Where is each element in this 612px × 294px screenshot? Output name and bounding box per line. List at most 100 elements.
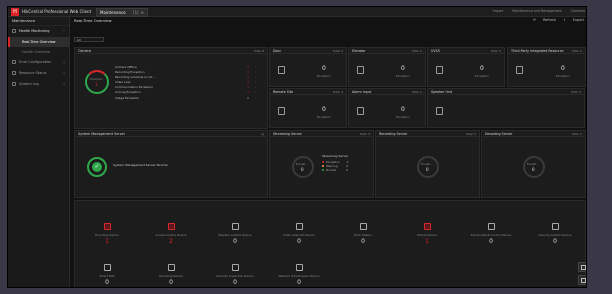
tab-count: (1)	[133, 10, 139, 15]
sidebar-item-label: Error Configuration	[19, 60, 52, 64]
export-button[interactable]: ⇪ Export	[563, 18, 584, 22]
sidebar-item-health-monitoring[interactable]: Health Monitoring ^	[8, 26, 69, 37]
sidebar-item-health-overview[interactable]: Health Overview	[8, 47, 69, 57]
chevron-down-icon: v	[63, 60, 65, 64]
decoding-server-title: Decoding Server	[485, 132, 513, 136]
config-float-button[interactable]	[578, 262, 586, 272]
top-links: Import Maintenance and Management Camera…	[485, 9, 585, 13]
sidebar-item-error-configuration[interactable]: Error Configuration v	[8, 57, 69, 68]
device-tile[interactable]: Video Intercom Device 0	[267, 223, 331, 245]
resource-card-header: Remote Site Total: 0	[270, 89, 346, 95]
device-tile[interactable]: Access Control Device 2	[139, 223, 203, 245]
resource-card-value: 0	[401, 65, 405, 72]
dock-station-icon	[359, 223, 367, 230]
alarm-input-icon	[357, 107, 364, 115]
device-tile[interactable]: Security Control Device 0	[523, 223, 586, 245]
camera-exception-row[interactable]: Image Exception 0 ›	[115, 96, 257, 101]
device-tile[interactable]: Smart Wall 0	[75, 264, 139, 286]
row-label: Recording schedule is not ...	[115, 75, 156, 80]
refresh-button[interactable]: ⟳ Refresh	[533, 18, 556, 22]
top-link-maintenance[interactable]: Maintenance and Management	[512, 9, 562, 13]
device-count: 0	[361, 238, 365, 245]
resource-card-header: Elevator Total: 0	[349, 48, 425, 54]
resource-card-value: 0	[322, 106, 326, 113]
resource-card-sublabel: Exception	[556, 74, 570, 78]
device-tile[interactable]: Network Transmission Device 0	[267, 264, 331, 286]
camera-card: Camera Total: 8 Exception 1 Camera Offli…	[74, 47, 268, 129]
close-tab-icon[interactable]: ×	[141, 9, 144, 17]
row-value: 1	[247, 75, 249, 80]
resource-card-uvss[interactable]: UVSS Total: 0 0 Exception	[427, 47, 505, 87]
device-count: 0	[105, 279, 109, 286]
remote-site-icon	[278, 107, 285, 115]
elevator-control-icon	[231, 223, 239, 230]
resource-card-title: Remote Site	[273, 90, 294, 94]
resource-card-remote-site[interactable]: Remote Site Total: 0 0 Exception	[269, 88, 347, 128]
sidebar-item-system-log[interactable]: System Log v	[8, 79, 69, 90]
resource-card-door[interactable]: Door Total: 0 0 Exception	[269, 47, 347, 87]
chevron-down-icon: v	[63, 71, 65, 75]
decoding-device-icon	[167, 264, 175, 271]
device-count: 0	[169, 279, 173, 286]
streaming-legend-title: Streaming Server	[322, 154, 349, 158]
resource-card-total: Total: 0	[490, 49, 501, 53]
resource-card-header: Door Total: 0	[270, 48, 346, 54]
resource-card-alarm-input[interactable]: Alarm Input Total: 0 0 Exception	[348, 88, 426, 128]
device-count: 0	[297, 238, 301, 245]
resource-card-sublabel: Exception	[317, 74, 331, 78]
device-tile[interactable]: Encoding Device 1	[75, 223, 139, 245]
export-float-button[interactable]	[578, 275, 586, 285]
resource-card-speaker[interactable]: Speaker Unit Total: 0	[427, 88, 585, 128]
decoding-server-header: Decoding Server Total: 0	[482, 131, 585, 137]
row-value: 1	[247, 80, 249, 85]
resource-card-sublabel: Exception	[396, 115, 410, 119]
device-name: Elevator Control Device	[218, 233, 252, 237]
system-management-menu-icon[interactable]: ▤	[261, 132, 264, 136]
camera-card-title: Camera	[78, 49, 91, 53]
top-link-import[interactable]: Import	[493, 9, 504, 13]
resource-card-total: Total: 0	[411, 90, 422, 94]
resource-card-integrated-resource[interactable]: Third-Party Integrated Resource Total: 0 0…	[507, 47, 586, 87]
device-tile[interactable]: Entrance/Exit Control Device 0	[459, 223, 523, 245]
decoding-donut-value: 0	[532, 167, 535, 172]
export-label: Export	[572, 18, 584, 22]
device-name: Smart Wall	[99, 274, 115, 278]
resource-card-title: Door	[273, 49, 281, 53]
recording-server-card: Recording Server Total: 0 Excepti... 0	[375, 130, 480, 198]
sidebar: Maintenance Health Monitoring ^ Real-Time…	[8, 17, 70, 287]
streaming-server-header: Streaming Server Total: 0	[270, 131, 373, 137]
device-name: Encoding Device	[95, 233, 119, 237]
device-tile[interactable]: Security Inspection Device 0	[203, 264, 267, 286]
row-label: Image Exception	[115, 95, 140, 100]
resource-card-sublabel: Exception	[396, 74, 410, 78]
page-actions: ⟳ Refresh ⇪ Export	[527, 18, 584, 22]
row-label: Arming Exception	[115, 90, 141, 95]
device-name: Entrance/Exit Control Device	[470, 233, 512, 237]
camera-exception-list: Camera Offline 1 › Recording Exception 1 › Rec…	[115, 65, 257, 101]
resource-card-elevator[interactable]: Elevator Total: 0 0 Exception	[348, 47, 426, 87]
device-tile[interactable]: Dock Station 0	[331, 223, 395, 245]
normal-dot-icon	[322, 169, 324, 171]
security-inspection-icon	[231, 264, 239, 271]
device-count: 0	[233, 279, 237, 286]
device-count: 0	[297, 279, 301, 286]
tab-maintenance[interactable]: Maintenance (1) ×	[96, 8, 148, 17]
resource-card-value: 0	[401, 106, 405, 113]
device-name: Mobile Device	[417, 233, 437, 237]
streaming-donut-value: 0	[301, 167, 304, 172]
access-control-icon	[167, 223, 175, 230]
device-tile[interactable]: Decoding Device 0	[139, 264, 203, 286]
app-title: HikCentral Professional Web Client	[22, 9, 92, 14]
device-tile[interactable]: Mobile Device 1	[395, 223, 459, 245]
device-count: 0	[233, 238, 237, 245]
top-link-cameras[interactable]: Cameras	[571, 9, 585, 13]
site-select[interactable]: All	[74, 37, 104, 42]
device-count: 1	[105, 238, 109, 245]
health-monitoring-icon	[12, 29, 16, 33]
resource-card-title: Alarm Input	[352, 90, 372, 94]
sidebar-item-resource-status[interactable]: Resource Status v	[8, 68, 69, 79]
device-tile[interactable]: Elevator Control Device 0	[203, 223, 267, 245]
smart-wall-icon	[103, 264, 111, 271]
sidebar-item-real-time-overview[interactable]: Real-Time Overview	[8, 37, 69, 47]
resource-card-value: 0	[561, 65, 565, 72]
